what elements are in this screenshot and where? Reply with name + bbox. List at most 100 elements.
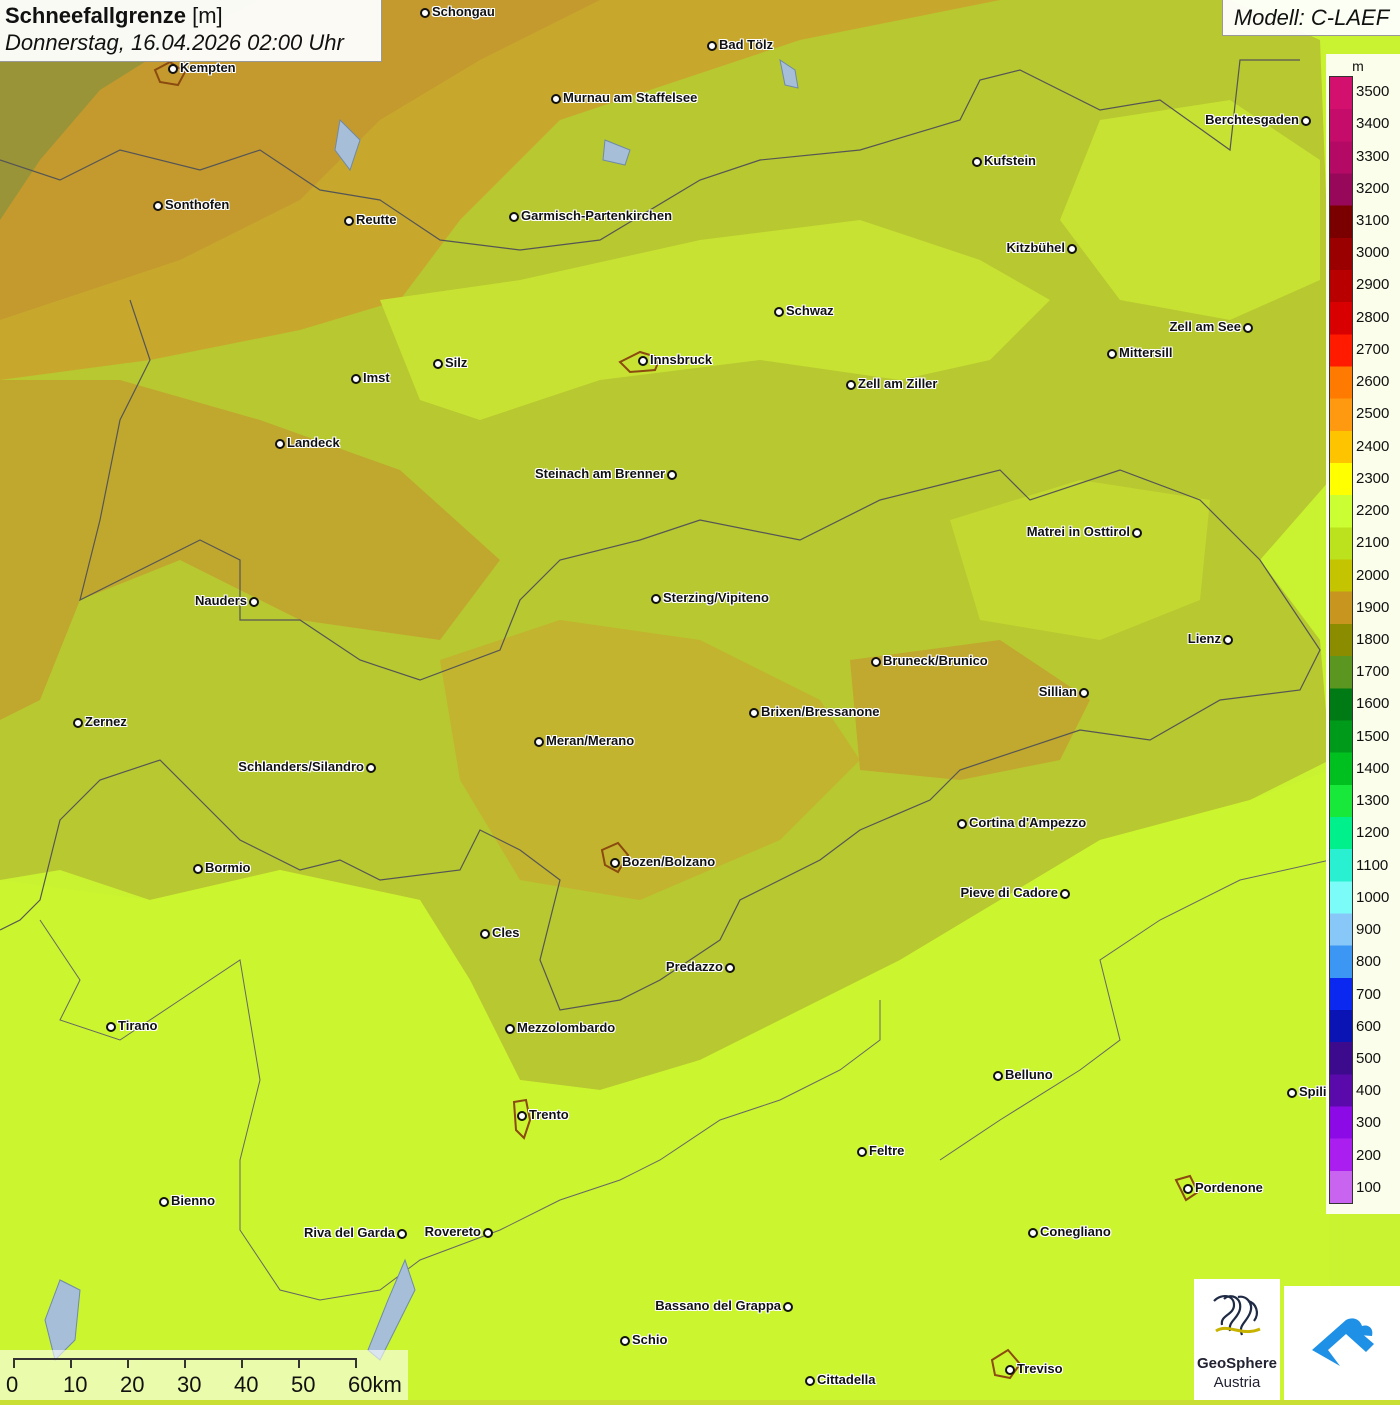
forecast-datetime: Donnerstag, 16.04.2026 02:00 Uhr (5, 30, 344, 55)
city-marker (638, 356, 648, 366)
city-label[interactable]: Belluno (1005, 1067, 1053, 1082)
city-label[interactable]: Schongau (432, 4, 495, 19)
city-label[interactable]: Sillian (1039, 684, 1077, 699)
city-label[interactable]: Bozen/Bolzano (622, 854, 715, 869)
city-label[interactable]: Bormio (205, 860, 251, 875)
city-marker (397, 1229, 407, 1239)
city-label[interactable]: Feltre (869, 1143, 904, 1158)
city-label[interactable]: Sonthofen (165, 197, 229, 212)
city-label[interactable]: Schlanders/Silandro (238, 759, 364, 774)
city-label[interactable]: Cortina d'Ampezzo (969, 815, 1086, 830)
city-label[interactable]: Conegliano (1040, 1224, 1111, 1239)
city-label[interactable]: Reutte (356, 212, 396, 227)
city-label[interactable]: Pieve di Cadore (960, 885, 1058, 900)
legend-label: 300 (1356, 1114, 1382, 1132)
city-marker (972, 157, 982, 167)
legend-label: 3000 (1356, 244, 1390, 262)
legend-label: 2700 (1356, 340, 1390, 358)
city-marker (774, 307, 784, 317)
city-label[interactable]: Zell am See (1169, 319, 1241, 334)
city-label[interactable]: Murnau am Staffelsee (563, 90, 697, 105)
city-marker (993, 1071, 1003, 1081)
legend-label: 800 (1356, 953, 1382, 971)
scale-tick (184, 1358, 186, 1368)
legend-label: 1800 (1356, 631, 1390, 648)
app-logo[interactable] (1284, 1286, 1400, 1400)
city-label[interactable]: Garmisch-Partenkirchen (521, 208, 672, 223)
city-label[interactable]: Schio (632, 1332, 667, 1347)
legend-label: 100 (1356, 1178, 1382, 1196)
city-label[interactable]: Bassano del Grappa (655, 1298, 781, 1313)
city-marker (725, 963, 735, 973)
variable-name: Schneefallgrenze (5, 3, 186, 28)
city-label[interactable]: Cles (492, 925, 519, 940)
city-marker (153, 201, 163, 211)
city-label[interactable]: Sterzing/Vipiteno (663, 590, 769, 605)
city-marker (1107, 349, 1117, 359)
city-label[interactable]: Meran/Merano (546, 733, 634, 748)
city-marker (344, 216, 354, 226)
city-label[interactable]: Spili (1299, 1084, 1326, 1099)
city-marker (667, 470, 677, 480)
city-label[interactable]: Zell am Ziller (858, 376, 937, 391)
city-marker (509, 212, 519, 222)
city-marker (249, 597, 259, 607)
city-label[interactable]: Mezzolombardo (517, 1020, 615, 1035)
legend-label: 3100 (1356, 212, 1390, 230)
city-label[interactable]: Matrei in Osttirol (1027, 524, 1130, 539)
city-label[interactable]: Kempten (180, 60, 236, 75)
legend-label: 3500 (1356, 83, 1390, 101)
scale-tick (298, 1358, 300, 1368)
city-label[interactable]: Imst (363, 370, 390, 385)
city-marker (366, 763, 376, 773)
city-marker (1079, 688, 1089, 698)
city-label[interactable]: Pordenone (1195, 1180, 1263, 1195)
city-label[interactable]: Kitzbühel (1007, 240, 1066, 255)
city-label[interactable]: Predazzo (666, 959, 723, 974)
city-label[interactable]: Schwaz (786, 303, 834, 318)
legend-label: 900 (1356, 921, 1382, 939)
scale-label: 10 (63, 1372, 88, 1397)
model-label: Modell: C-LAEF (1222, 0, 1400, 36)
city-label[interactable]: Nauders (195, 593, 247, 608)
city-label[interactable]: Steinach am Brenner (535, 466, 665, 481)
city-marker (193, 864, 203, 874)
city-marker (707, 41, 717, 51)
city-label[interactable]: Tirano (118, 1018, 158, 1033)
city-label[interactable]: Innsbruck (650, 352, 712, 367)
city-label[interactable]: Riva del Garda (304, 1225, 395, 1240)
city-marker (275, 439, 285, 449)
city-marker (73, 718, 83, 728)
geosphere-emblem-icon (1213, 1295, 1261, 1336)
city-label[interactable]: Treviso (1017, 1361, 1063, 1376)
legend-colorbar (1329, 76, 1353, 1204)
city-label[interactable]: Rovereto (425, 1224, 481, 1239)
scale-label: 60km (348, 1372, 402, 1397)
legend-label: 2800 (1356, 308, 1390, 326)
city-label[interactable]: Lienz (1188, 631, 1221, 646)
city-label[interactable]: Brixen/Bressanone (761, 704, 880, 719)
legend-label: 600 (1356, 1017, 1382, 1035)
city-label[interactable]: Mittersill (1119, 345, 1172, 360)
legend-label: 1700 (1356, 663, 1390, 681)
city-label[interactable]: Kufstein (984, 153, 1036, 168)
scale-tick (13, 1358, 15, 1368)
scale-label: 50 (291, 1372, 316, 1397)
city-label[interactable]: Landeck (287, 435, 340, 450)
city-label[interactable]: Bruneck/Brunico (883, 653, 988, 668)
city-marker (857, 1147, 867, 1157)
city-label[interactable]: Bad Tölz (719, 37, 773, 52)
city-label[interactable]: Zernez (85, 714, 127, 729)
legend-label: 200 (1356, 1146, 1382, 1164)
city-label[interactable]: Bienno (171, 1193, 215, 1208)
color-legend: m 3500 3400 3300 3200 3100 3000 2900 2800 2700 26… (1326, 54, 1400, 1214)
city-marker (871, 657, 881, 667)
city-label[interactable]: Silz (445, 355, 467, 370)
city-label[interactable]: Berchtesgaden (1205, 112, 1299, 127)
city-marker (957, 819, 967, 829)
city-marker (1183, 1184, 1193, 1194)
geosphere-logo[interactable]: GeoSphere Austria (1194, 1279, 1280, 1400)
legend-label: 1500 (1356, 727, 1390, 745)
city-label[interactable]: Trento (529, 1107, 569, 1122)
city-label[interactable]: Cittadella (817, 1372, 876, 1387)
